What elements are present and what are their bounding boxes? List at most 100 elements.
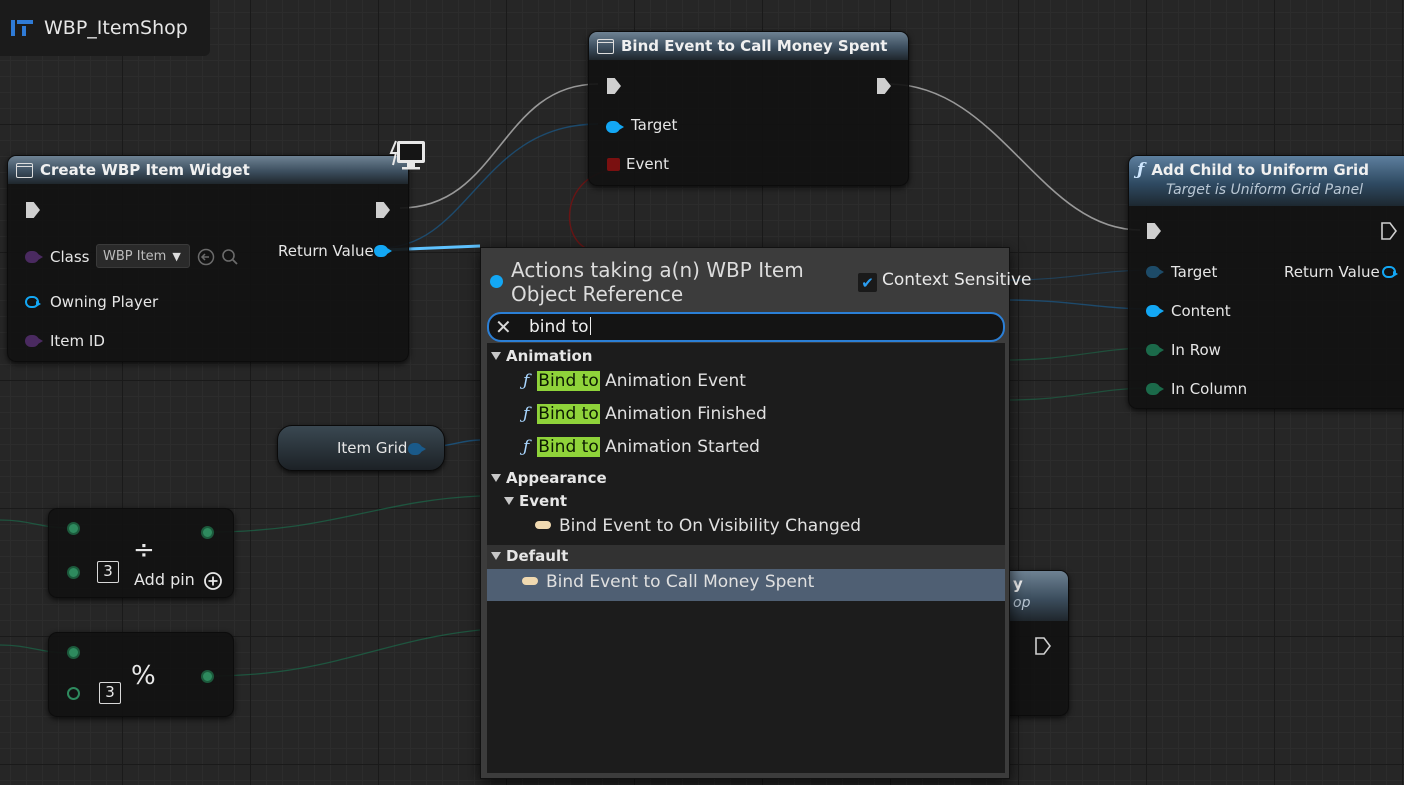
output-pin[interactable] [201, 670, 214, 683]
category-appearance[interactable]: Appearance [487, 469, 1005, 487]
occluded-node-subtitle: op [1013, 595, 1031, 611]
bind-event-node-header[interactable]: Bind Event to Call Money Spent [589, 32, 908, 60]
search-box[interactable]: ✕ bind to [487, 312, 1005, 342]
action-bind-animation-event[interactable]: ƒ Bind to Animation Event [487, 371, 1005, 391]
action-bind-animation-started[interactable]: ƒ Bind to Animation Started [487, 437, 1005, 457]
action-label: Bind Event to Call Money Spent [546, 572, 815, 592]
owning-player-pin[interactable] [25, 296, 41, 308]
exec-in-pin[interactable] [1147, 223, 1161, 239]
input-a-pin[interactable] [67, 522, 80, 535]
action-label: Animation Started [605, 437, 760, 457]
exec-out-pin[interactable] [1381, 222, 1397, 240]
modulo-symbol: % [131, 661, 156, 691]
add-pin-label[interactable]: Add pin [134, 570, 195, 589]
item-grid-variable-node[interactable]: Item Grid [277, 425, 445, 471]
exec-in-pin[interactable] [26, 202, 40, 218]
action-bind-call-money-spent[interactable]: Bind Event to Call Money Spent [487, 569, 1005, 601]
widget-blueprint-icon [11, 20, 33, 36]
create-widget-node[interactable]: Create WBP Item Widget Class WBP Item ▼ … [7, 155, 409, 362]
add-child-node-header[interactable]: ƒ Add Child to Uniform Grid Target is Un… [1129, 156, 1404, 206]
input-b-pin[interactable] [67, 566, 80, 579]
context-sensitive-checkbox[interactable]: ✔ [858, 273, 877, 292]
context-action-menu[interactable]: Actions taking a(n) WBP Item Object Refe… [480, 247, 1032, 779]
event-dispatcher-icon [597, 38, 614, 54]
widget-icon [16, 162, 33, 178]
search-highlight: Bind to [537, 371, 600, 391]
output-pin[interactable] [201, 526, 214, 539]
return-value-pin[interactable] [374, 245, 392, 257]
graph-title-tab: WBP_ItemShop [0, 0, 210, 56]
category-appearance-label: Appearance [506, 469, 607, 487]
clear-search-icon[interactable]: ✕ [495, 315, 512, 339]
exec-in-pin[interactable] [607, 78, 621, 94]
action-label: Bind Event to On Visibility Changed [559, 516, 862, 536]
category-animation[interactable]: Animation [487, 347, 1005, 365]
category-default[interactable]: Default [487, 545, 1005, 569]
category-event-label: Event [519, 492, 568, 510]
target-pin[interactable] [606, 121, 624, 133]
content-label: Content [1171, 302, 1231, 320]
search-input-value: bind to [529, 317, 589, 337]
expand-triangle-icon [504, 497, 514, 505]
content-pin[interactable] [1146, 305, 1164, 317]
expand-triangle-icon [491, 552, 501, 560]
function-icon: ƒ [523, 404, 530, 424]
action-list[interactable]: Animation ƒ Bind to Animation Event ƒ Bind… [487, 343, 1005, 773]
divisor-field[interactable]: 3 [99, 682, 121, 704]
class-label: Class [50, 248, 90, 266]
add-child-node[interactable]: ƒ Add Child to Uniform Grid Target is Un… [1128, 155, 1404, 409]
bind-event-node[interactable]: Bind Event to Call Money Spent Target Ev… [588, 31, 909, 186]
item-grid-label: Item Grid [337, 439, 408, 457]
return-value-label: Return Value [278, 242, 374, 260]
graph-title: WBP_ItemShop [44, 17, 188, 39]
action-bind-visibility-changed[interactable]: Bind Event to On Visibility Changed [487, 516, 1005, 536]
event-binding-icon [535, 521, 551, 529]
target-label: Target [631, 116, 678, 134]
exec-out-pin[interactable] [376, 202, 390, 218]
expand-triangle-icon [491, 474, 501, 482]
in-column-pin[interactable] [1146, 383, 1164, 395]
action-label: Animation Finished [605, 404, 767, 424]
class-pin[interactable] [25, 251, 43, 263]
category-animation-label: Animation [506, 347, 593, 365]
return-value-pin[interactable] [1382, 266, 1398, 278]
target-pin[interactable] [1146, 266, 1164, 278]
search-highlight: Bind to [537, 437, 600, 457]
add-child-node-title: Add Child to Uniform Grid [1151, 161, 1369, 179]
divide-node[interactable]: ÷ 3 Add pin [48, 508, 234, 598]
action-label: Animation Event [605, 371, 746, 391]
exec-out-pin[interactable] [1035, 637, 1051, 655]
function-icon: ƒ [523, 371, 530, 391]
event-pin[interactable] [607, 158, 620, 171]
in-row-pin[interactable] [1146, 344, 1164, 356]
category-event[interactable]: Event [487, 492, 1005, 510]
in-column-label: In Column [1171, 380, 1248, 398]
divisor-field[interactable]: 3 [97, 561, 119, 583]
search-input[interactable]: bind to [529, 317, 591, 337]
create-widget-node-header[interactable]: Create WBP Item Widget [8, 156, 408, 184]
context-sensitive-label[interactable]: Context Sensitive [882, 270, 1032, 290]
menu-header: Actions taking a(n) WBP Item Object Refe… [511, 258, 804, 306]
input-a-pin[interactable] [67, 646, 80, 659]
divide-symbol: ÷ [133, 535, 155, 565]
add-pin-icon[interactable] [203, 571, 223, 591]
action-bind-animation-finished[interactable]: ƒ Bind to Animation Finished [487, 404, 1005, 424]
expand-triangle-icon [491, 352, 501, 360]
browse-search-icon[interactable] [221, 248, 239, 266]
event-label: Event [626, 155, 669, 173]
owning-player-label: Owning Player [50, 293, 159, 311]
use-selected-asset-icon[interactable] [197, 248, 215, 266]
function-icon: ƒ [1137, 160, 1145, 180]
item-id-pin[interactable] [25, 335, 43, 347]
occluded-node-title: y [1013, 575, 1023, 593]
input-b-pin[interactable] [67, 687, 80, 700]
class-dropdown-value: WBP Item [103, 248, 167, 264]
class-dropdown[interactable]: WBP Item ▼ [96, 244, 190, 268]
modulo-node[interactable]: % 3 [48, 632, 234, 717]
return-value-label: Return Value [1284, 263, 1380, 281]
item-grid-pin[interactable] [408, 443, 426, 455]
exec-out-pin[interactable] [877, 78, 891, 94]
category-default-label: Default [506, 547, 569, 565]
object-reference-pin-icon [490, 275, 503, 288]
bind-event-node-title: Bind Event to Call Money Spent [621, 37, 888, 55]
